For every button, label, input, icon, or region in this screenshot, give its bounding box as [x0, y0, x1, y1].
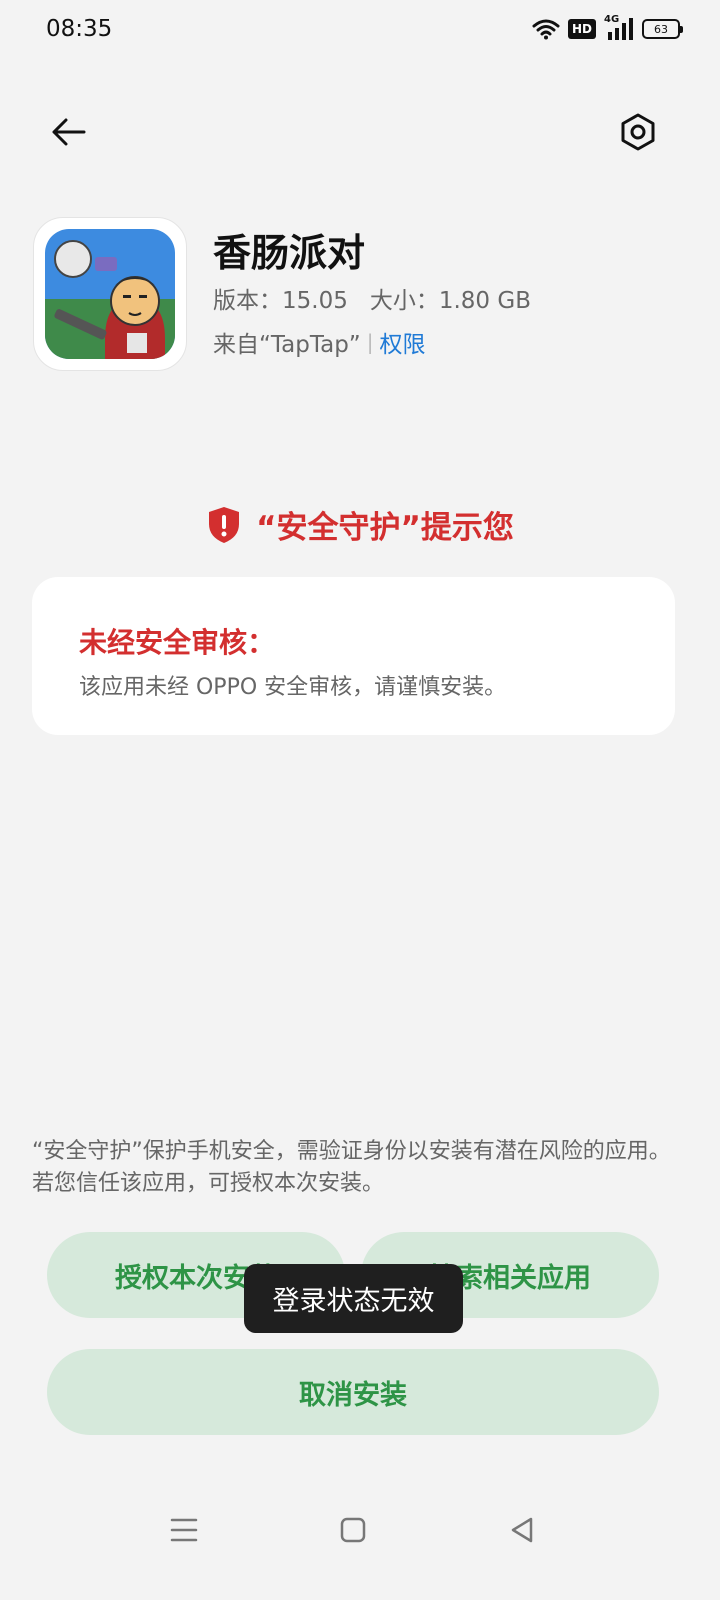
nav-back-button[interactable]: [498, 1506, 546, 1554]
divider: |: [366, 330, 374, 354]
battery-icon: 63: [642, 19, 683, 39]
menu-lines-icon: [170, 1518, 198, 1542]
signal-indicator: 4G: [604, 14, 634, 40]
warning-card: 未经安全审核： 该应用未经 OPPO 安全审核，请谨慎安装。: [32, 577, 675, 735]
triangle-back-icon: [511, 1517, 533, 1543]
permissions-link[interactable]: 权限: [379, 325, 425, 359]
app-version: 版本：15.05: [213, 288, 348, 314]
arrow-left-icon: [52, 118, 86, 146]
app-source-row: 来自“TapTap” | 权限: [213, 325, 425, 359]
card-body: 该应用未经 OPPO 安全审核，请谨慎安装。: [79, 675, 507, 700]
app-icon: [33, 217, 187, 371]
nav-home-button[interactable]: [329, 1506, 377, 1554]
card-title: 未经安全审核：: [79, 626, 276, 659]
status-bar: 08:35 HD 4G 63: [0, 0, 720, 64]
app-source: 来自“TapTap”: [213, 332, 361, 358]
status-icons: HD 4G 63: [532, 14, 683, 40]
security-warning-header: “安全守护”提示您: [0, 502, 720, 547]
cancel-install-button[interactable]: 取消安装: [47, 1349, 659, 1435]
network-type-label: 4G: [604, 14, 620, 25]
app-meta: 版本：15.05 大小：1.80 GB: [213, 281, 531, 315]
hexagon-gear-icon: [621, 113, 655, 151]
warning-title: “安全守护”提示您: [256, 510, 514, 546]
status-time: 08:35: [46, 16, 113, 42]
hd-badge: HD: [567, 19, 596, 39]
nav-recents-button[interactable]: [160, 1506, 208, 1554]
app-name: 香肠派对: [213, 231, 366, 275]
square-home-icon: [340, 1517, 366, 1543]
app-size: 大小：1.80 GB: [369, 288, 531, 314]
back-button[interactable]: [44, 108, 92, 156]
wifi-icon: [532, 19, 560, 40]
app-icon-image: [45, 229, 175, 359]
battery-level: 63: [654, 22, 668, 36]
settings-button[interactable]: [614, 108, 662, 156]
shield-alert-icon: [209, 506, 240, 543]
navigation-bar: [0, 1488, 720, 1568]
toast-message: 登录状态无效: [244, 1264, 463, 1333]
security-note: “安全守护”保护手机安全，需验证身份以安装有潜在风险的应用。若您信任该应用，可授…: [32, 1139, 671, 1196]
